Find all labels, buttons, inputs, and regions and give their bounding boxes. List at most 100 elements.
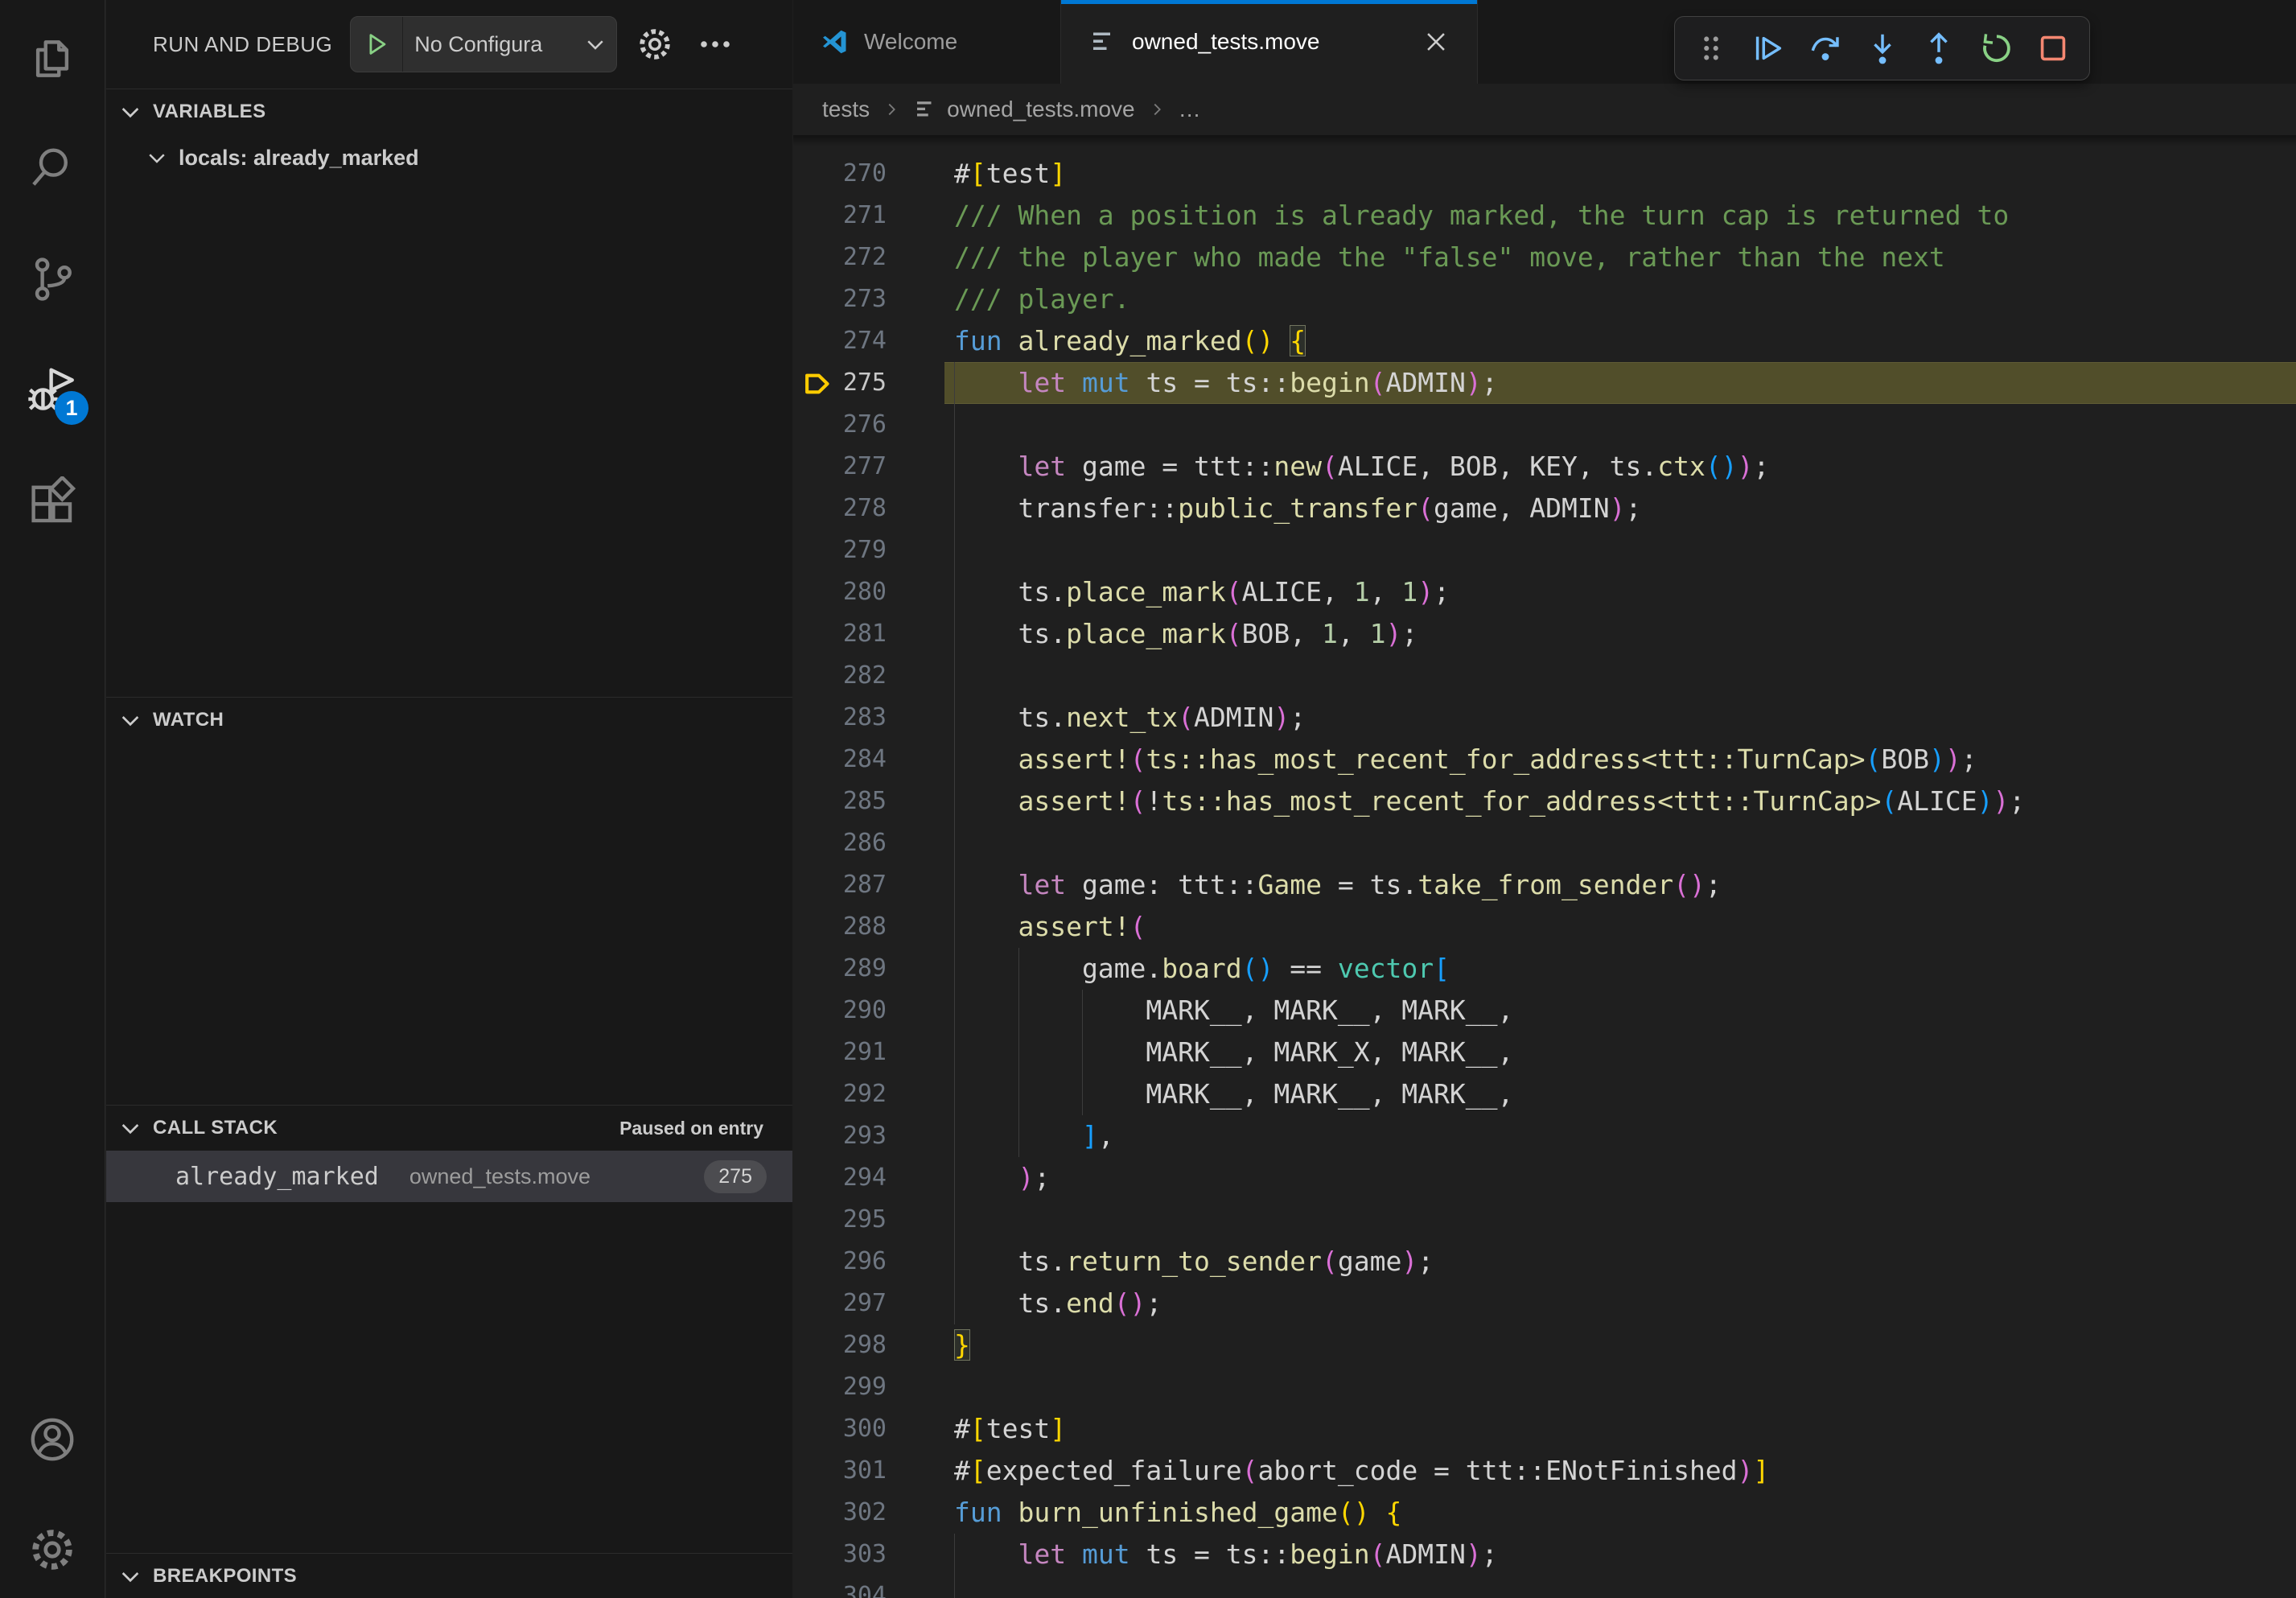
breakpoint-gutter[interactable] xyxy=(793,153,838,195)
breakpoint-gutter[interactable] xyxy=(793,1575,838,1598)
line-number[interactable]: 280 xyxy=(838,571,887,613)
code-line-text[interactable] xyxy=(887,404,2296,446)
line-number[interactable]: 270 xyxy=(838,153,887,195)
code-line-text[interactable] xyxy=(887,822,2296,864)
gripper-icon[interactable] xyxy=(1683,23,1740,74)
code-line-text[interactable] xyxy=(887,1366,2296,1408)
line-number[interactable]: 290 xyxy=(838,990,887,1032)
continue-icon[interactable] xyxy=(1740,23,1797,74)
line-number[interactable]: 274 xyxy=(838,320,887,362)
breakpoint-gutter[interactable] xyxy=(793,1073,838,1115)
line-number[interactable]: 293 xyxy=(838,1115,887,1157)
line-number[interactable]: 295 xyxy=(838,1199,887,1241)
stack-frame-row[interactable]: already_marked owned_tests.move 275 xyxy=(106,1151,792,1202)
breadcrumb-more[interactable]: … xyxy=(1179,97,1201,122)
breakpoint-gutter[interactable] xyxy=(793,990,838,1032)
breakpoint-gutter[interactable] xyxy=(793,195,838,237)
line-number[interactable]: 284 xyxy=(838,739,887,780)
line-number[interactable]: 301 xyxy=(838,1450,887,1492)
code-line-text[interactable]: ts.end(); xyxy=(887,1283,2296,1324)
code-line-text[interactable]: ts.next_tx(ADMIN); xyxy=(887,697,2296,739)
code-line-text[interactable]: #[test] xyxy=(887,153,2296,195)
line-number[interactable]: 296 xyxy=(838,1241,887,1283)
breakpoint-gutter[interactable] xyxy=(793,1032,838,1073)
code-line-text[interactable]: let game: ttt::Game = ts.take_from_sende… xyxy=(887,864,2296,906)
line-number[interactable]: 292 xyxy=(838,1073,887,1115)
line-number[interactable]: 287 xyxy=(838,864,887,906)
line-number[interactable]: 281 xyxy=(838,613,887,655)
restart-icon[interactable] xyxy=(1968,23,2025,74)
step-out-icon[interactable] xyxy=(1911,23,1968,74)
breakpoint-gutter[interactable] xyxy=(793,655,838,697)
close-tab-icon[interactable] xyxy=(1422,28,1450,56)
code-line-text[interactable]: /// the player who made the "false" move… xyxy=(887,237,2296,278)
stop-icon[interactable] xyxy=(2024,23,2081,74)
line-number[interactable]: 273 xyxy=(838,278,887,320)
code-line-text[interactable]: #[expected_failure(abort_code = ttt::ENo… xyxy=(887,1450,2296,1492)
debug-config-dropdown[interactable]: No Configura xyxy=(350,16,617,72)
code-line-text[interactable]: ], xyxy=(887,1115,2296,1157)
breakpoint-gutter[interactable] xyxy=(793,1199,838,1241)
step-into-icon[interactable] xyxy=(1854,23,1911,74)
breakpoint-gutter[interactable] xyxy=(793,488,838,529)
code-line-text[interactable]: assert!(!ts::has_most_recent_for_address… xyxy=(887,780,2296,822)
code-line-text[interactable]: MARK__, MARK_X, MARK__, xyxy=(887,1032,2296,1073)
code-line-text[interactable]: assert!(ts::has_most_recent_for_address<… xyxy=(887,739,2296,780)
line-number[interactable]: 278 xyxy=(838,488,887,529)
code-line-text[interactable]: MARK__, MARK__, MARK__, xyxy=(887,990,2296,1032)
tab-owned-tests-move[interactable]: owned_tests.move xyxy=(1061,0,1478,84)
code-line-text[interactable]: transfer::public_transfer(game, ADMIN); xyxy=(887,488,2296,529)
code-line-text[interactable]: ts.place_mark(BOB, 1, 1); xyxy=(887,613,2296,655)
line-number[interactable]: 294 xyxy=(838,1157,887,1199)
explorer-icon[interactable] xyxy=(26,32,79,85)
code-line-text[interactable]: ts.return_to_sender(game); xyxy=(887,1241,2296,1283)
variables-section-header[interactable]: VARIABLES xyxy=(106,89,792,134)
breakpoint-gutter[interactable] xyxy=(793,864,838,906)
search-icon[interactable] xyxy=(26,142,79,195)
line-number[interactable]: 283 xyxy=(838,697,887,739)
code-line-text[interactable] xyxy=(887,529,2296,571)
line-number[interactable]: 275 xyxy=(838,362,887,404)
breakpoints-section-header[interactable]: BREAKPOINTS xyxy=(106,1554,792,1598)
breakpoint-gutter[interactable] xyxy=(793,446,838,488)
line-number[interactable]: 285 xyxy=(838,780,887,822)
line-number[interactable]: 276 xyxy=(838,404,887,446)
breakpoint-gutter[interactable] xyxy=(793,1283,838,1324)
line-number[interactable]: 289 xyxy=(838,948,887,990)
line-number[interactable]: 300 xyxy=(838,1408,887,1450)
line-number[interactable]: 303 xyxy=(838,1534,887,1575)
code-line-text[interactable]: game.board() == vector[ xyxy=(887,948,2296,990)
code-line-text[interactable]: let game = ttt::new(ALICE, BOB, KEY, ts.… xyxy=(887,446,2296,488)
breakpoint-gutter[interactable] xyxy=(793,1534,838,1575)
breakpoint-gutter[interactable] xyxy=(793,320,838,362)
code-line-text[interactable]: let mut ts = ts::begin(ADMIN); xyxy=(887,362,2296,404)
start-debug-icon[interactable] xyxy=(351,31,402,58)
settings-gear-icon[interactable] xyxy=(26,1523,79,1576)
debug-current-line-arrow-icon[interactable] xyxy=(793,362,838,404)
breadcrumb-folder[interactable]: tests xyxy=(822,97,870,122)
code-line-text[interactable] xyxy=(887,1575,2296,1598)
breakpoint-gutter[interactable] xyxy=(793,1324,838,1366)
code-line-text[interactable]: assert!( xyxy=(887,906,2296,948)
run-and-debug-icon[interactable]: 1 xyxy=(26,364,79,417)
breakpoint-gutter[interactable] xyxy=(793,1408,838,1450)
breakpoint-gutter[interactable] xyxy=(793,697,838,739)
breakpoint-gutter[interactable] xyxy=(793,1366,838,1408)
call-stack-section-header[interactable]: CALL STACK Paused on entry xyxy=(106,1106,792,1151)
code-line-text[interactable]: } xyxy=(887,1324,2296,1366)
breakpoint-gutter[interactable] xyxy=(793,1492,838,1534)
step-over-icon[interactable] xyxy=(1796,23,1854,74)
line-number[interactable]: 299 xyxy=(838,1366,887,1408)
line-number[interactable]: 277 xyxy=(838,446,887,488)
code-line-text[interactable]: /// When a position is already marked, t… xyxy=(887,195,2296,237)
breakpoint-gutter[interactable] xyxy=(793,739,838,780)
breakpoint-gutter[interactable] xyxy=(793,237,838,278)
line-number[interactable]: 286 xyxy=(838,822,887,864)
code-area[interactable]: 270#[test]271/// When a position is alre… xyxy=(793,135,2296,1598)
breadcrumb-file[interactable]: owned_tests.move xyxy=(913,97,1134,122)
code-line-text[interactable]: fun already_marked() { xyxy=(887,320,2296,362)
line-number[interactable]: 271 xyxy=(838,195,887,237)
line-number[interactable]: 279 xyxy=(838,529,887,571)
breakpoint-gutter[interactable] xyxy=(793,278,838,320)
breakpoint-gutter[interactable] xyxy=(793,906,838,948)
